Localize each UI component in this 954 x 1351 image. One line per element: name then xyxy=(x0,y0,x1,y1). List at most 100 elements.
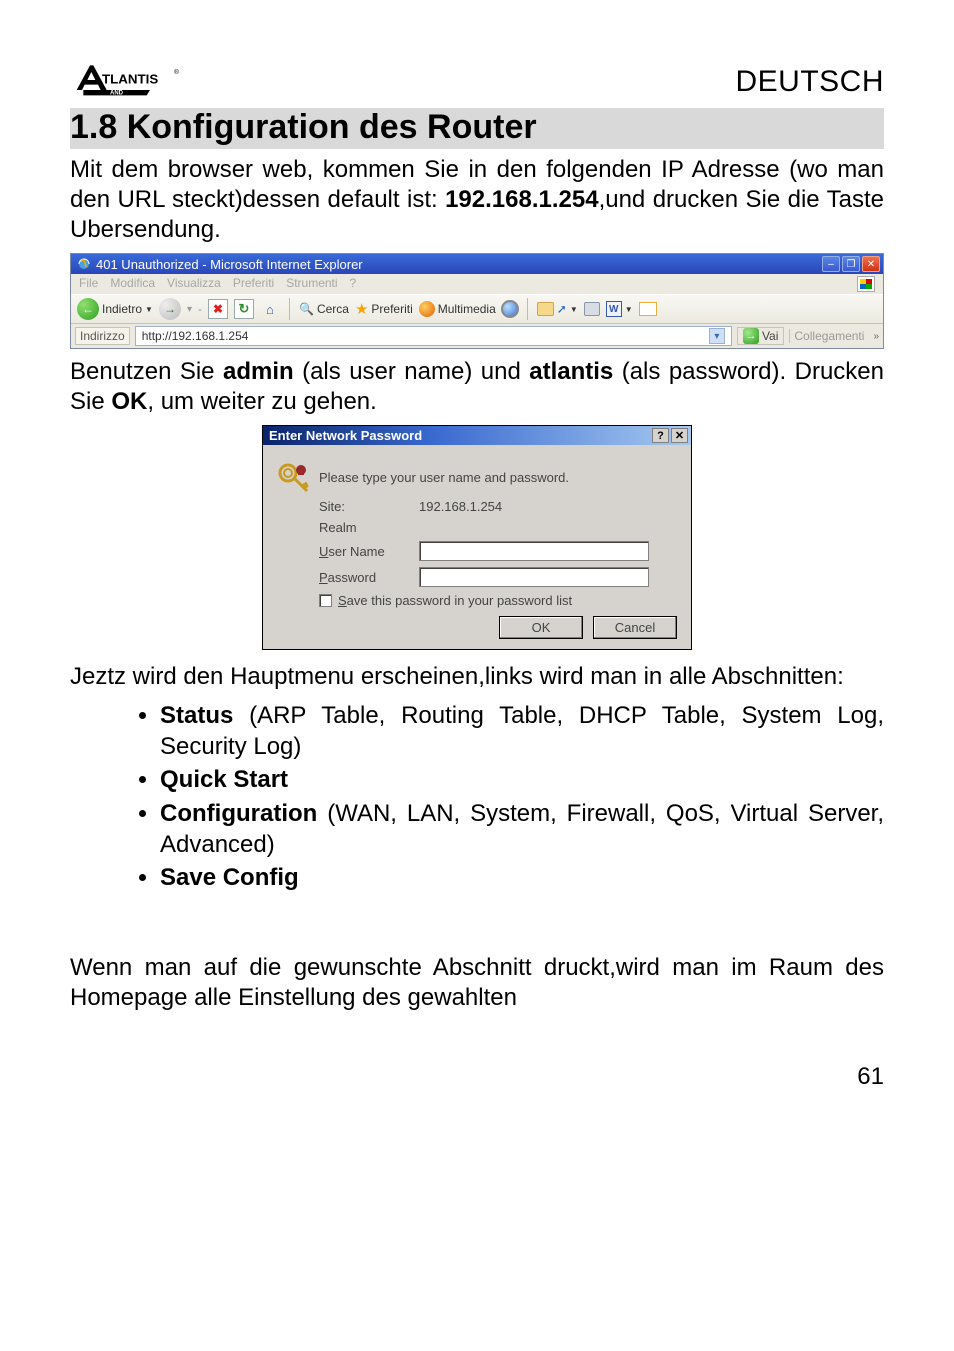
links-label[interactable]: Collegamenti xyxy=(789,329,868,343)
address-value: http://192.168.1.254 xyxy=(142,329,249,343)
edit-ms-button[interactable]: W▼ xyxy=(606,301,633,317)
credentials-paragraph: Benutzen Sie admin (als user name) und a… xyxy=(70,357,884,417)
section-heading: 1.8 Konfiguration des Router xyxy=(70,108,884,149)
home-icon: ⌂ xyxy=(266,302,274,317)
save-password-checkbox[interactable] xyxy=(319,594,332,607)
search-icon: 🔍 xyxy=(299,302,314,316)
folder-icon xyxy=(537,302,554,316)
menu-file[interactable]: File xyxy=(79,276,98,292)
forward-dropdown-icon[interactable]: ▾ xyxy=(187,304,192,315)
forward-button[interactable]: → xyxy=(159,298,181,320)
discuss-icon xyxy=(639,302,657,316)
ie-menubar: File Modifica Visualizza Preferiti Strum… xyxy=(71,274,883,294)
multimedia-button[interactable]: Multimedia xyxy=(419,301,496,317)
back-arrow-icon: ← xyxy=(77,298,99,320)
menu-intro-paragraph: Jeztz wird den Hauptmenu erscheinen,link… xyxy=(70,662,884,692)
minimize-button[interactable]: – xyxy=(822,256,840,272)
history-button[interactable] xyxy=(502,301,518,317)
realm-label: Realm xyxy=(319,520,419,535)
password-prompt: Please type your user name and password. xyxy=(319,470,569,485)
back-label: Indietro xyxy=(102,302,142,316)
ie-address-bar: Indirizzo http://192.168.1.254 ▾ → Vai C… xyxy=(71,324,883,348)
site-value: 192.168.1.254 xyxy=(419,499,502,514)
password-dialog-body: Please type your user name and password.… xyxy=(263,445,691,649)
language-label: DEUTSCH xyxy=(735,65,884,99)
site-label: Site: xyxy=(319,499,419,514)
username-value: admin xyxy=(223,358,294,385)
svg-text:AND: AND xyxy=(110,91,124,97)
address-dropdown-icon[interactable]: ▾ xyxy=(709,328,725,344)
cancel-button[interactable]: Cancel xyxy=(593,616,677,639)
menu-help[interactable]: ? xyxy=(350,276,357,292)
svg-text:TLANTIS: TLANTIS xyxy=(102,71,158,86)
password-value: atlantis xyxy=(529,358,613,385)
username-input[interactable] xyxy=(419,541,649,561)
discuss-button[interactable] xyxy=(639,302,657,316)
home-button[interactable]: ⌂ xyxy=(260,299,280,319)
list-item-saveconfig: Save Config xyxy=(160,862,884,893)
ie-toolbar: ← Indietro ▼ → ▾ - ✖ ↻ ⌂ 🔍Cerca ★Preferi… xyxy=(71,294,883,324)
ok-button[interactable]: OK xyxy=(499,616,583,639)
favorites-button[interactable]: ★Preferiti xyxy=(355,300,413,318)
maximize-button[interactable]: ❐ xyxy=(842,256,860,272)
word-icon: W xyxy=(606,301,622,317)
password-label: Password xyxy=(319,570,419,585)
mail-dropdown-icon[interactable]: ▼ xyxy=(570,305,578,314)
dialog-close-button[interactable]: ✕ xyxy=(671,428,688,443)
list-item-configuration: Configuration (WAN, LAN, System, Firewal… xyxy=(160,798,884,860)
key-icon xyxy=(277,461,309,493)
stop-button[interactable]: ✖ xyxy=(208,299,228,319)
password-dialog-titlebar: Enter Network Password ? ✕ xyxy=(263,426,691,445)
page-header: TLANTIS ® AND DEUTSCH xyxy=(70,60,884,104)
toolbar-separator xyxy=(289,298,290,320)
menu-edit[interactable]: Modifica xyxy=(110,276,155,292)
print-button[interactable] xyxy=(584,302,600,316)
ie-logo-icon xyxy=(77,257,91,271)
save-password-label: Save this password in your password list xyxy=(338,593,572,608)
go-arrow-icon: → xyxy=(743,328,759,344)
username-label: User Name xyxy=(319,544,419,559)
printer-icon xyxy=(584,302,600,316)
password-dialog-title: Enter Network Password xyxy=(269,428,422,443)
toolbar-separator xyxy=(527,298,528,320)
links-chevron-icon[interactable]: » xyxy=(873,331,879,342)
ie-title-text: 401 Unauthorized - Microsoft Internet Ex… xyxy=(96,257,363,272)
search-label: Cerca xyxy=(317,302,349,316)
address-label: Indirizzo xyxy=(75,327,130,345)
list-item-status: Status (ARP Table, Routing Table, DHCP T… xyxy=(160,700,884,762)
edit-dropdown-icon[interactable]: ▼ xyxy=(625,305,633,314)
media-icon xyxy=(419,301,435,317)
svg-text:®: ® xyxy=(174,68,179,76)
stop-x-icon: ✖ xyxy=(213,302,223,316)
back-dropdown-icon[interactable]: ▼ xyxy=(145,305,153,314)
ie-window: 401 Unauthorized - Microsoft Internet Ex… xyxy=(70,253,884,349)
address-input[interactable]: http://192.168.1.254 ▾ xyxy=(135,326,732,346)
menu-view[interactable]: Visualizza xyxy=(167,276,221,292)
menu-favorites[interactable]: Preferiti xyxy=(233,276,274,292)
star-icon: ★ xyxy=(355,300,368,318)
password-input[interactable] xyxy=(419,567,649,587)
list-item-quickstart: Quick Start xyxy=(160,764,884,795)
ok-ref: OK xyxy=(111,388,147,415)
password-dialog: Enter Network Password ? ✕ Please type y xyxy=(262,425,692,650)
back-button[interactable]: ← Indietro ▼ xyxy=(77,298,153,320)
intro-paragraph: Mit dem browser web, kommen Sie in den f… xyxy=(70,155,884,245)
history-icon xyxy=(502,301,518,317)
search-button[interactable]: 🔍Cerca xyxy=(299,302,349,316)
window-buttons: – ❐ ✕ xyxy=(822,256,880,272)
mail-seek-icon: ➚ xyxy=(557,302,567,316)
intro-ip: 192.168.1.254 xyxy=(445,186,598,213)
mail-button[interactable]: ➚▼ xyxy=(537,302,578,316)
menu-tools[interactable]: Strumenti xyxy=(286,276,337,292)
document-page: TLANTIS ® AND DEUTSCH 1.8 Konfiguration … xyxy=(0,0,954,1131)
windows-flag-icon xyxy=(857,276,875,292)
refresh-icon: ↻ xyxy=(239,301,250,317)
page-number: 61 xyxy=(70,1063,884,1091)
close-button[interactable]: ✕ xyxy=(862,256,880,272)
atlantis-logo: TLANTIS ® AND xyxy=(70,60,190,104)
ie-titlebar: 401 Unauthorized - Microsoft Internet Ex… xyxy=(71,254,883,274)
go-button[interactable]: → Vai xyxy=(737,327,784,345)
dialog-help-button[interactable]: ? xyxy=(652,428,669,443)
refresh-button[interactable]: ↻ xyxy=(234,299,254,319)
go-label: Vai xyxy=(762,329,778,343)
